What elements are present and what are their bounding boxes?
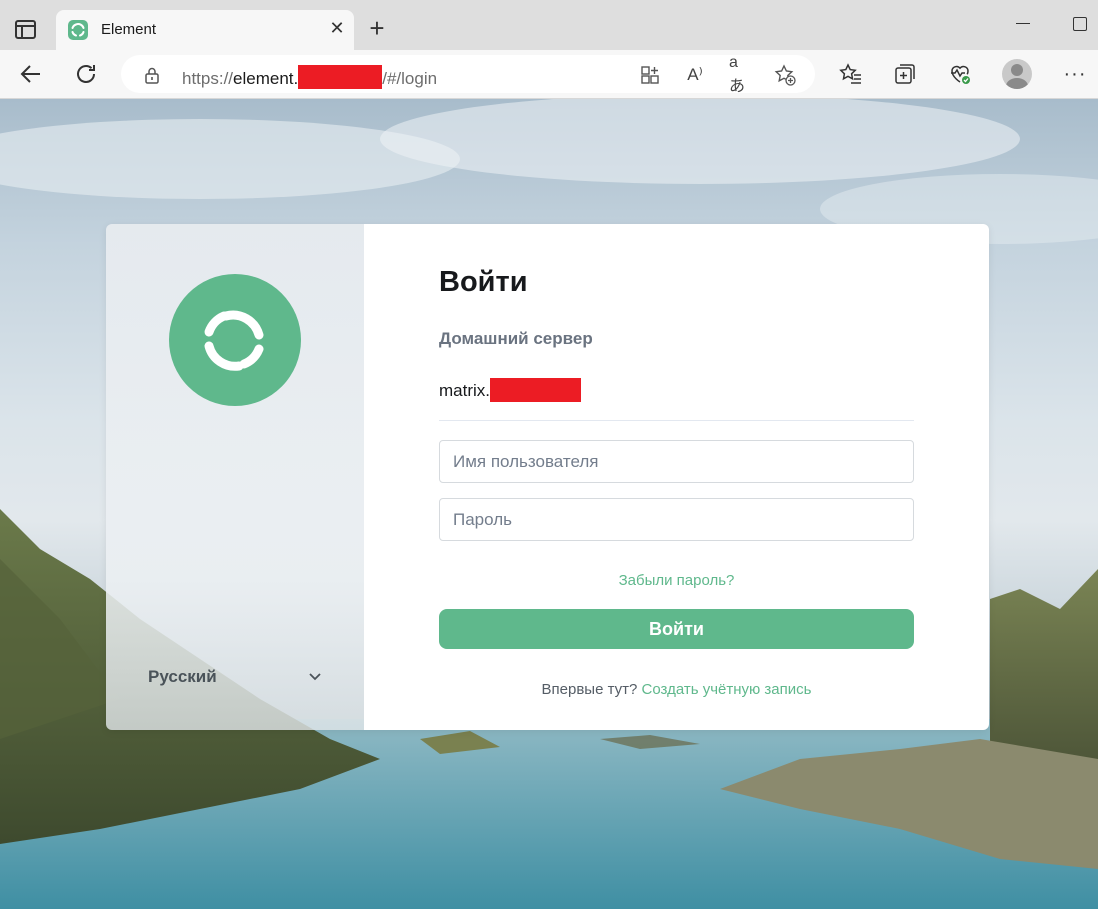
app-grid-icon[interactable] — [639, 64, 661, 86]
login-form-panel: Войти Домашний сервер matrix. Забыли пар… — [364, 224, 989, 730]
homeserver-prefix: matrix. — [439, 381, 490, 400]
chevron-down-icon[interactable] — [307, 668, 323, 684]
username-input[interactable] — [440, 441, 913, 482]
address-bar[interactable]: https://element. /#/login A⁾ aあ — [121, 54, 815, 95]
plus-icon[interactable]: + — [365, 15, 389, 41]
login-card: Русский Войти Домашний сервер matrix. За… — [106, 224, 989, 730]
add-favorite-icon[interactable] — [774, 64, 796, 86]
url-text: https://element. /#/login — [182, 65, 437, 89]
element-favicon — [68, 20, 88, 40]
homeserver-label: Домашний сервер — [439, 329, 593, 348]
browser-tab[interactable]: Element ✕ — [56, 10, 354, 50]
url-path: /#/login — [382, 69, 438, 88]
tab-strip: Element ✕ + — [0, 0, 1098, 50]
branding-panel: Русский — [106, 224, 364, 730]
tab-title: Element — [101, 21, 157, 38]
sign-in-button[interactable]: Войти — [439, 609, 914, 649]
element-logo — [169, 274, 301, 406]
homeserver-value: matrix. — [439, 378, 581, 402]
collections-icon[interactable] — [891, 60, 919, 88]
create-account-link[interactable]: Создать учётную запись — [642, 681, 812, 698]
browser-essentials-icon[interactable] — [946, 60, 974, 88]
browser-toolbar: https://element. /#/login A⁾ aあ ··· — [0, 50, 1098, 99]
url-prefix: https:// — [182, 69, 234, 88]
redaction-box — [490, 378, 581, 402]
username-field[interactable] — [439, 440, 914, 483]
signup-row: Впервые тут? Создать учётную запись — [439, 681, 914, 698]
page-title: Войти — [439, 266, 528, 298]
minimize-icon[interactable] — [1016, 23, 1030, 24]
divider — [439, 420, 914, 421]
read-aloud-icon[interactable]: A⁾ — [684, 64, 706, 86]
password-field[interactable] — [439, 498, 914, 541]
more-icon[interactable]: ··· — [1061, 60, 1089, 88]
url-host: element. — [233, 69, 299, 88]
translate-icon[interactable]: aあ — [729, 54, 751, 95]
redaction-box — [298, 65, 383, 89]
lock-icon[interactable] — [141, 64, 163, 86]
sidebar-tabs-icon[interactable] — [15, 20, 36, 39]
signup-prompt: Впервые тут? — [541, 681, 638, 698]
page-background: Русский Войти Домашний сервер matrix. За… — [0, 99, 1098, 909]
forgot-password-link[interactable]: Забыли пароль? — [439, 572, 914, 589]
refresh-icon[interactable] — [72, 60, 100, 88]
language-selector-label[interactable]: Русский — [148, 667, 217, 687]
back-arrow-icon[interactable] — [17, 60, 45, 88]
profile-avatar[interactable] — [1002, 59, 1032, 89]
close-icon[interactable]: ✕ — [328, 19, 346, 37]
favorites-icon[interactable] — [837, 60, 865, 88]
password-input[interactable] — [440, 499, 913, 540]
maximize-icon[interactable] — [1073, 17, 1087, 31]
